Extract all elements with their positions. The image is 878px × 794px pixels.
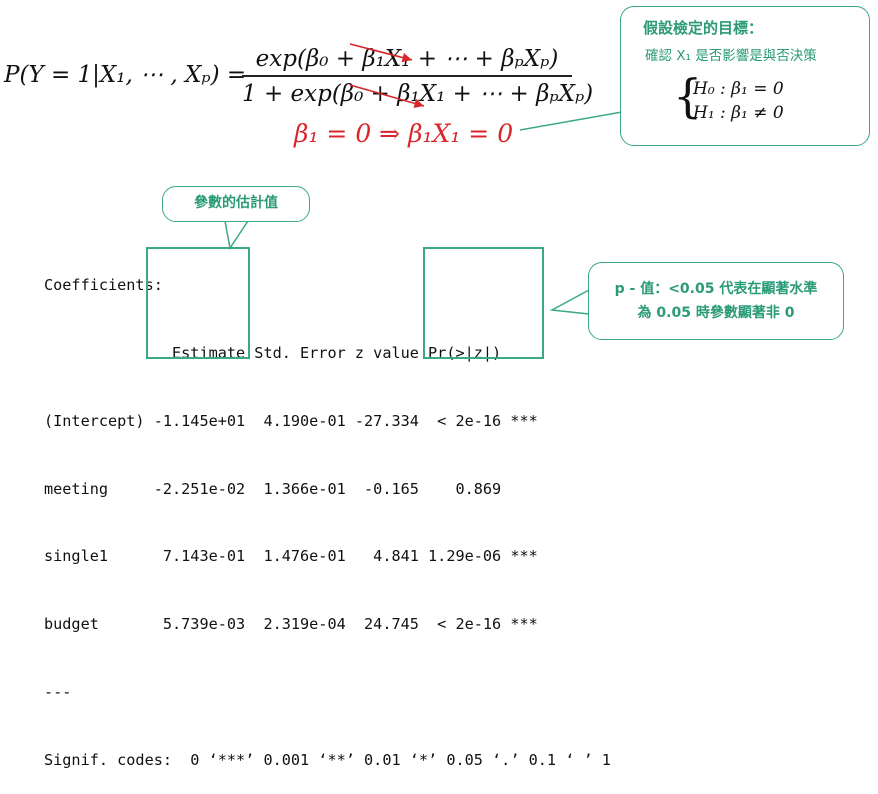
formula-fraction: exp(β₀ + β₁X₁ + ⋯ + βₚXₚ) 1 + exp(β₀ + β…: [242, 44, 594, 109]
hypothesis-subtitle: 確認 X₁ 是否影響是與否決策: [645, 48, 817, 64]
estimate-callout: 參數的估計值: [162, 186, 310, 222]
formula-denominator: 1 + exp(β₀ + β₁X₁ + ⋯ + βₚXₚ): [242, 80, 594, 107]
pvalue-column-highlight: [423, 247, 544, 359]
pvalue-callout: p - 值：<0.05 代表在顯著水準 為 0.05 時參數顯著非 0: [588, 262, 844, 340]
pvalue-line-2: 為 0.05 時參數顯著非 0: [637, 305, 795, 321]
output-row-budget: budget 5.739e-03 2.319e-04 24.745 < 2e-1…: [44, 615, 538, 634]
output-separator: ---: [44, 682, 72, 701]
pvalue-line-1: p - 值：<0.05 代表在顯著水準: [614, 281, 818, 297]
estimate-column-highlight: [146, 247, 250, 359]
output-row-single1: single1 7.143e-01 1.476e-01 4.841 1.29e-…: [44, 547, 538, 566]
brace-glyph: {: [673, 69, 703, 123]
formula-numerator: exp(β₀ + β₁X₁ + ⋯ + βₚXₚ): [255, 46, 559, 72]
output-row-intercept: (Intercept) -1.145e+01 4.190e-01 -27.334…: [44, 411, 538, 430]
hypotheses: { H₀ : β₁ = 0 H₁ : β₁ ≠ 0: [673, 73, 784, 125]
hypothesis-title: 假設檢定的目標：: [643, 19, 764, 37]
formula-lhs: P(Y = 1|X₁, ⋯ , Xₚ) =: [4, 62, 247, 88]
output-row-meeting: meeting -2.251e-02 1.366e-01 -0.165 0.86…: [44, 479, 538, 498]
hypothesis-callout: 假設檢定的目標： 確認 X₁ 是否影響是與否決策 { H₀ : β₁ = 0 H…: [620, 6, 870, 146]
null-hypothesis: H₀ : β₁ = 0: [693, 79, 784, 99]
implication-equation: β₁ = 0 ⇒ β₁X₁ = 0: [294, 119, 514, 148]
signif-codes: Signif. codes: 0 ‘***’ 0.001 ‘**’ 0.01 ‘…: [44, 750, 611, 769]
logistic-formula: P(Y = 1|X₁, ⋯ , Xₚ) = exp(β₀ + β₁X₁ + ⋯ …: [4, 44, 594, 114]
alt-hypothesis: H₁ : β₁ ≠ 0: [693, 103, 784, 123]
fraction-bar: [242, 75, 572, 77]
